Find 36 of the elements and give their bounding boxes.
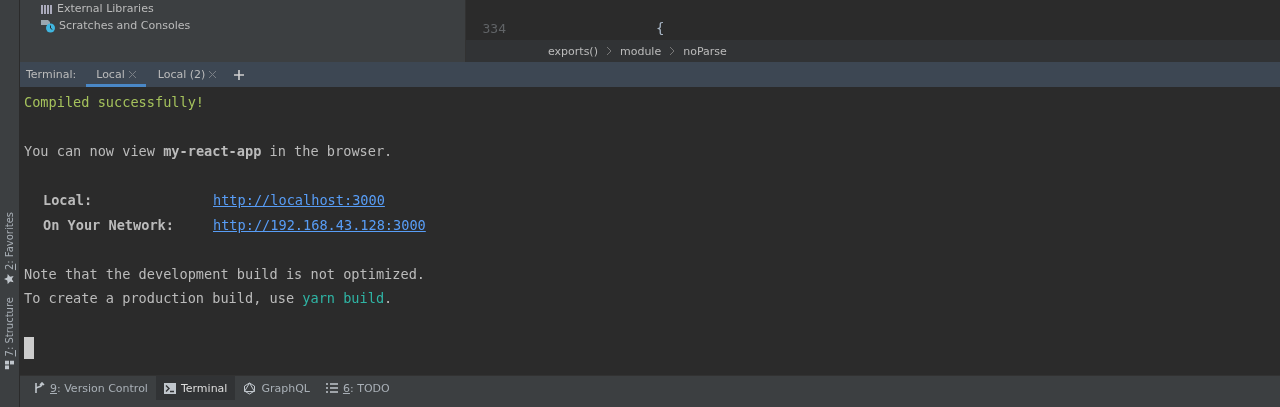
chevron-icon	[669, 47, 676, 55]
terminal-output-line: You can now view my-react-app in the browser.	[24, 143, 393, 159]
tool-window-button[interactable]: 9: Version Control	[26, 376, 156, 400]
tree-item[interactable]: Scratches and Consoles	[40, 17, 465, 34]
tool-window-button[interactable]: GraphQL	[235, 376, 318, 400]
terminal-icon	[163, 382, 176, 394]
close-icon[interactable]	[128, 71, 136, 78]
branch-icon	[34, 382, 45, 394]
hexagon-icon	[243, 381, 257, 395]
structure-icon	[5, 360, 14, 369]
breadcrumb[interactable]: module	[619, 44, 662, 58]
terminal-output-line: To create a production build, use yarn build.	[24, 290, 393, 306]
list-icon	[325, 383, 338, 393]
url-link[interactable]: http://192.168.43.128:3000	[213, 216, 426, 233]
breadcrumb[interactable]: exports()	[548, 44, 598, 58]
url-link[interactable]: http://localhost:3000	[213, 192, 385, 208]
tool-window-button[interactable]: 2: Favorites	[4, 212, 15, 285]
text-cursor	[24, 337, 34, 359]
terminal-label: Terminal:	[26, 68, 77, 81]
terminal-output-line: Note that the development build is not optimized.	[24, 265, 426, 282]
chevron-icon	[605, 47, 612, 55]
tool-window-button[interactable]: Terminal	[155, 376, 236, 400]
tool-window-button[interactable]: 7: Structure	[4, 296, 15, 369]
terminal-output-line: Compiled successfully!	[24, 94, 205, 110]
scratch-file-icon	[40, 18, 56, 33]
terminal-tab[interactable]: Local (2)	[147, 62, 227, 87]
address-label: Local:	[42, 191, 94, 210]
address-label: On Your Network:	[42, 215, 175, 235]
tool-window-button[interactable]: 6: TODO	[317, 376, 398, 400]
close-icon[interactable]	[209, 71, 217, 78]
code-line: {	[656, 20, 665, 36]
line-number: 334	[481, 21, 506, 36]
library-icon	[40, 2, 54, 15]
star-icon	[4, 274, 15, 285]
breadcrumb[interactable]: noParse	[683, 44, 727, 58]
tree-item[interactable]: External Libraries	[40, 0, 465, 17]
